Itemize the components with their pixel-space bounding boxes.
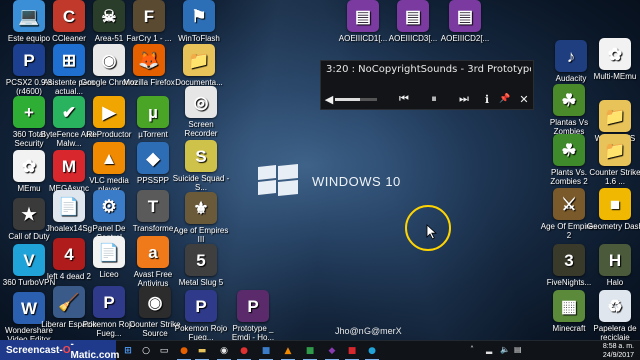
pause-button[interactable]: ⏸ (425, 89, 443, 109)
desktop-icon-multi-memu[interactable]: ✿ Multi-MEmu (586, 38, 640, 81)
avast-icon: a (137, 236, 169, 268)
desktop-icon-label: WinToFlash (178, 34, 220, 43)
multi-memu-icon: ✿ (599, 38, 631, 70)
audacity-icon: ♪ (555, 40, 587, 72)
desktop-icon-label: Screen Recorder (184, 120, 218, 138)
taskbar-app4-icon[interactable]: ◆ (324, 343, 340, 360)
desktop-icon-wintoflash[interactable]: ⚑ WinToFlash (170, 0, 228, 43)
prototype-icon: P (237, 290, 269, 322)
screencast-prefix: Screencast- (6, 344, 63, 356)
utorrent-icon: µ (137, 96, 169, 128)
minecraft-icon: ▦ (553, 290, 585, 322)
watermark-name-2: G@merX (364, 326, 402, 336)
taskbar-app1-icon[interactable]: ■ (258, 343, 274, 360)
tray-up-arrow-icon[interactable]: ˄ (470, 345, 474, 354)
desktop-icon-label: Counter Strike 1.6 ... (589, 168, 640, 186)
pin-icon[interactable]: 📌 (499, 89, 511, 109)
suicide-squad-icon: S (185, 140, 217, 172)
taskbar-search-icon[interactable]: ○ (138, 343, 154, 359)
aoe-cd2-icon: ▤ (449, 0, 481, 32)
network-icon[interactable]: ▂ (486, 345, 492, 354)
desktop-icon-label: Multi-MEmu (593, 72, 637, 81)
volume-fill (335, 98, 361, 101)
volume-icon[interactable]: 🔈 (500, 345, 510, 354)
taskbar-app5-icon[interactable]: ■ (344, 343, 360, 360)
reproductor-icon: ▶ (93, 96, 125, 128)
screencast-suffix: -Matic.com (70, 339, 120, 360)
desktop-icon-suicide-squad[interactable]: S Suicide Squad - S... (172, 140, 230, 192)
pokemon-rojo-1-icon: P (93, 286, 125, 318)
fivenights-icon: 3 (553, 244, 585, 276)
language-icon[interactable]: ▤ (514, 345, 522, 354)
taskbar-app6-icon[interactable]: ● (364, 343, 380, 360)
windows-wordmark: WINDOWS 10 (312, 174, 401, 189)
transformers-icon: T (137, 190, 169, 222)
documentos-icon: 📁 (183, 44, 215, 76)
halo-icon: H (599, 244, 631, 276)
counter-strike-16-icon: 📁 (599, 134, 631, 166)
mozilla-firefox-icon: 🦊 (133, 44, 165, 76)
media-controls: ◀ ⏮ ⏸ ⏭ ℹ 📌 ✕ (321, 89, 535, 109)
desktop-icon-screen-recorder[interactable]: ◎ Screen Recorder (172, 86, 230, 138)
taskbar-app2-icon[interactable]: ▲ (280, 343, 296, 360)
plants-vs-zombies-2-icon: ☘ (553, 134, 585, 166)
papelera-icon: ♻ (599, 290, 631, 322)
media-title: 3:20 : NoCopyrightSounds - 3rd Prototype… (326, 64, 531, 75)
desktop-icon-counter-strike-16[interactable]: 📁 Counter Strike 1.6 ... (586, 134, 640, 186)
windows-folder-icon: 📁 (599, 100, 631, 132)
aoe-cd3-icon: ▤ (397, 0, 429, 32)
speaker-icon[interactable]: ◀ (323, 89, 335, 109)
taskbar-firefox-icon[interactable]: ● (176, 343, 192, 360)
desktop-icon-papelera[interactable]: ♻ Papelera de reciclaje (586, 290, 640, 342)
desktop-icon-label: Geometry Dash (586, 222, 640, 231)
desktop-icon-documentos[interactable]: 📁 Documenta... (170, 44, 228, 87)
pokemon-rojo-2-icon: P (185, 290, 217, 322)
age-of-empires-2-icon: ⚔ (553, 188, 585, 220)
previous-track-button[interactable]: ⏮ (395, 89, 413, 109)
taskbar-chrome-icon[interactable]: ◉ (216, 343, 232, 360)
windows-logo-icon (258, 163, 298, 197)
taskbar-app3-icon[interactable]: ■ (302, 343, 318, 360)
vlc-icon: ▲ (93, 142, 125, 174)
desktop-icon-geometry-dash[interactable]: ■ Geometry Dash (586, 188, 640, 231)
aoe-cd1-icon: ▤ (347, 0, 379, 32)
taskbar-clock[interactable]: 8:58 a. m. 24/9/2017 (603, 342, 634, 360)
media-player-widget[interactable]: 3:20 : NoCopyrightSounds - 3rd Prototype… (320, 60, 534, 110)
screen-recorder-icon: ◎ (185, 86, 217, 118)
liceo-icon: 📄 (93, 236, 125, 268)
info-icon[interactable]: ℹ (481, 89, 493, 109)
panel-de-control-icon: ⚙ (93, 190, 125, 222)
desktop-icon-label: AOEIIICD2[... (440, 34, 490, 43)
desktop-icon-halo[interactable]: H Halo (586, 244, 640, 287)
desktop-icon-aoe-cd3[interactable]: ▤ AOEIIICD3[... (384, 0, 442, 43)
clock-date: 24/9/2017 (602, 352, 634, 359)
next-track-button[interactable]: ⏭ (455, 89, 473, 109)
mouse-pointer-icon (426, 224, 438, 240)
desktop-icon-label: AOEIIICD3[... (388, 34, 438, 43)
counter-strike-source-icon: ◉ (139, 286, 171, 318)
screencast-watermark: Screencast- O -Matic.com (0, 339, 120, 360)
desktop-icon-metal-slug-5[interactable]: 5 Metal Slug 5 (172, 244, 230, 287)
desktop-icon-label: Halo (606, 278, 624, 287)
age-of-empires-3-icon: ⚜ (185, 192, 217, 224)
watermark-name-1: Jho@n (335, 326, 364, 336)
farcry-icon: F (133, 0, 165, 32)
wintoflash-icon: ⚑ (183, 0, 215, 32)
desktop-icon-prototype[interactable]: P Prototype _ Emdi - Ho... (224, 290, 282, 342)
ppsspp-icon: ◆ (137, 142, 169, 174)
desktop-icon-pokemon-rojo-2[interactable]: P Pokemon Rojo Fueg... (172, 290, 230, 342)
screencast-o: O (62, 344, 71, 356)
close-icon[interactable]: ✕ (517, 89, 531, 109)
plantas-vs-zombies-icon: ☘ (553, 84, 585, 116)
taskbar-record-icon[interactable]: ● (236, 343, 252, 360)
geometry-dash-icon: ■ (599, 188, 631, 220)
taskbar-task-view-icon[interactable]: ▭ (156, 343, 172, 359)
clock-time: 8:58 a. m. (602, 343, 634, 350)
volume-slider[interactable] (335, 98, 377, 101)
taskbar-start-icon[interactable]: ⊞ (120, 343, 136, 359)
taskbar-explorer-icon[interactable]: ▬ (194, 343, 210, 360)
metal-slug-5-icon: 5 (185, 244, 217, 276)
desktop-icon-aoe-cd2[interactable]: ▤ AOEIIICD2[... (436, 0, 494, 43)
